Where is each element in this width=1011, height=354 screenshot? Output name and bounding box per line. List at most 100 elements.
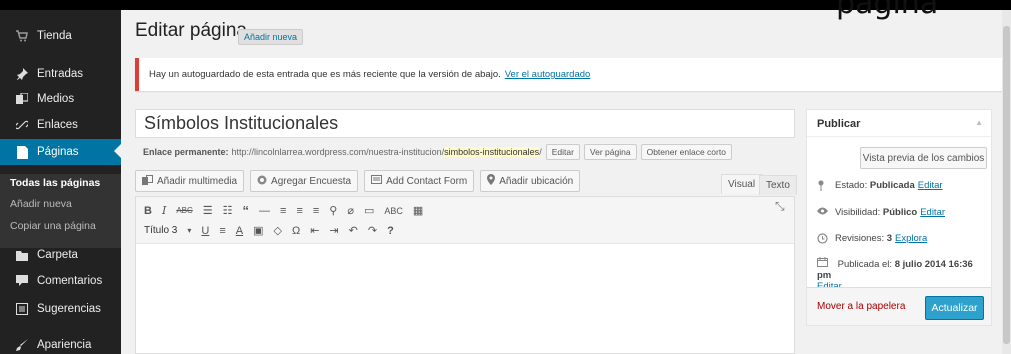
post-title-input[interactable]: Símbolos Institucionales [135,109,795,138]
comment-icon [15,274,29,288]
permalink-end: / [539,147,542,157]
scrollbar-thumb[interactable] [1003,26,1010,344]
sidebar-item-label: Apariencia [37,339,92,351]
history-icon [817,233,831,247]
submenu-copy-page[interactable]: Copiar una página [10,220,96,232]
redo-icon[interactable]: ↷ [368,224,377,237]
feedback-icon [15,302,29,316]
edit-status-link[interactable]: Editar [918,180,943,191]
view-page-button[interactable]: Ver página [583,144,637,160]
pages-submenu: Todas las páginas Añadir nueva Copiar un… [0,174,121,248]
collapse-arrow-icon[interactable]: ▲ [975,118,983,127]
sidebar-item-sugerencias[interactable]: Sugerencias [0,297,121,321]
edit-permalink-button[interactable]: Editar [545,144,580,160]
sidebar-item-label: Páginas [37,146,79,158]
horizontal-rule-icon[interactable]: — [259,205,270,217]
chevron-down-icon[interactable]: ▾ [187,226,191,235]
published-label: Publicada el: [837,259,893,270]
fullscreen-icon[interactable]: ⤡ [775,199,785,214]
add-poll-button[interactable]: Agregar Encuesta [250,170,359,192]
tab-visual[interactable]: Visual [721,174,763,194]
insert-link-icon[interactable]: ⚲ [329,204,337,217]
sidebar-item-entradas[interactable]: Entradas [0,62,121,86]
sidebar-item-medios[interactable]: Medios [0,87,121,111]
sidebar-item-label: Comentarios [37,275,103,287]
outdent-icon[interactable]: ⇤ [310,224,319,237]
edit-visibility-link[interactable]: Editar [920,207,945,218]
calendar-icon [817,257,831,270]
underline-icon[interactable]: U [201,225,209,237]
align-center-icon[interactable]: ≡ [296,205,302,217]
sidebar-item-tienda[interactable]: Tienda [0,24,121,48]
move-to-trash-link[interactable]: Mover a la papelera [817,301,905,312]
sidebar-item-label: Entradas [37,68,84,80]
align-left-icon[interactable]: ≡ [280,205,286,217]
submenu-all-pages[interactable]: Todas las páginas [10,177,100,189]
add-media-button[interactable]: Añadir multimedia [135,170,245,192]
bullet-list-icon[interactable]: ☰ [203,204,213,217]
brush-icon [15,338,29,352]
align-right-icon[interactable]: ≡ [313,205,319,217]
sidebar-item-label: Carpeta [37,249,78,261]
poll-icon [257,175,267,188]
submenu-add-new[interactable]: Añadir nueva [10,198,72,210]
help-icon[interactable]: ? [387,225,394,237]
toolbar-toggle-icon[interactable]: ▦ [413,204,423,217]
add-new-button[interactable]: Añadir nueva [238,29,304,45]
pin-icon [15,67,29,81]
publish-heading-text: Publicar [817,118,861,130]
text-color-icon[interactable]: A [236,225,243,237]
pin-icon [817,180,831,194]
add-contact-form-button[interactable]: Add Contact Form [364,170,475,192]
strikethrough-icon[interactable]: ABC [176,206,192,215]
paste-text-icon[interactable]: ▣ [253,224,263,237]
page-title: Editar página [135,20,247,41]
status-value: Publicada [869,180,915,191]
browse-revisions-link[interactable]: Explora [895,233,927,244]
add-poll-label: Agregar Encuesta [271,175,352,187]
bold-icon[interactable]: B [144,205,152,217]
spellcheck-icon[interactable]: ABC [384,206,403,216]
numbered-list-icon[interactable]: ☷ [223,204,233,217]
justify-icon[interactable]: ≡ [219,225,225,237]
read-more-icon[interactable]: ▭ [364,204,374,217]
visibility-value: Público [882,207,918,218]
view-autosave-link[interactable]: Ver el autoguardado [505,69,591,80]
toolbar-row-1: B I ABC ☰ ☷ “ — ≡ ≡ ≡ ⚲ ⌀ ▭ ABC ▦ [144,203,433,218]
preview-changes-button[interactable]: Vista previa de los cambios [860,147,987,169]
sidebar-item-label: Enlaces [37,119,78,131]
permalink-slug[interactable]: simbolos-institucionales [444,147,540,157]
sidebar-item-comentarios[interactable]: Comentarios [0,269,121,293]
corner-title: pagina [836,0,939,21]
folder-icon [15,248,29,262]
format-select[interactable]: Título 3 [144,225,177,236]
media-buttons: Añadir multimedia Agregar Encuesta Add C… [135,170,586,192]
undo-icon[interactable]: ↶ [349,224,358,237]
add-contact-form-label: Add Contact Form [386,175,468,187]
form-icon [371,175,383,187]
tab-text[interactable]: Texto [759,175,797,195]
sidebar-item-label: Sugerencias [37,303,101,315]
publish-actions: Mover a la papelera Actualizar [807,287,991,325]
add-location-button[interactable]: Añadir ubicación [480,170,581,192]
sidebar-item-apariencia[interactable]: Apariencia [0,333,121,354]
visibility-row: Visibilidad: Público Editar [817,207,945,218]
unlink-icon[interactable]: ⌀ [347,204,354,217]
media-icon [15,92,29,106]
clear-formatting-icon[interactable]: ◇ [274,224,282,237]
publish-box: Publicar ▲ Vista previa de los cambios E… [806,109,992,326]
page-icon [15,145,29,159]
admin-sidebar: Tienda Entradas Medios Enlaces Páginas T… [0,10,121,354]
update-button[interactable]: Actualizar [925,296,984,320]
status-label: Estado: [835,180,868,191]
indent-icon[interactable]: ⇥ [329,224,338,237]
blockquote-icon[interactable]: “ [243,203,250,218]
italic-icon[interactable]: I [162,204,166,217]
sidebar-item-carpeta[interactable]: Carpeta [0,243,121,267]
get-shortlink-button[interactable]: Obtener enlace corto [640,144,732,160]
special-character-icon[interactable]: Ω [292,225,300,237]
sidebar-item-enlaces[interactable]: Enlaces [0,113,121,137]
sidebar-item-paginas[interactable]: Páginas [0,139,121,165]
sidebar-item-label: Medios [37,93,75,105]
permalink-row: Enlace permanente: http://lincolnlarrea.… [143,144,732,160]
